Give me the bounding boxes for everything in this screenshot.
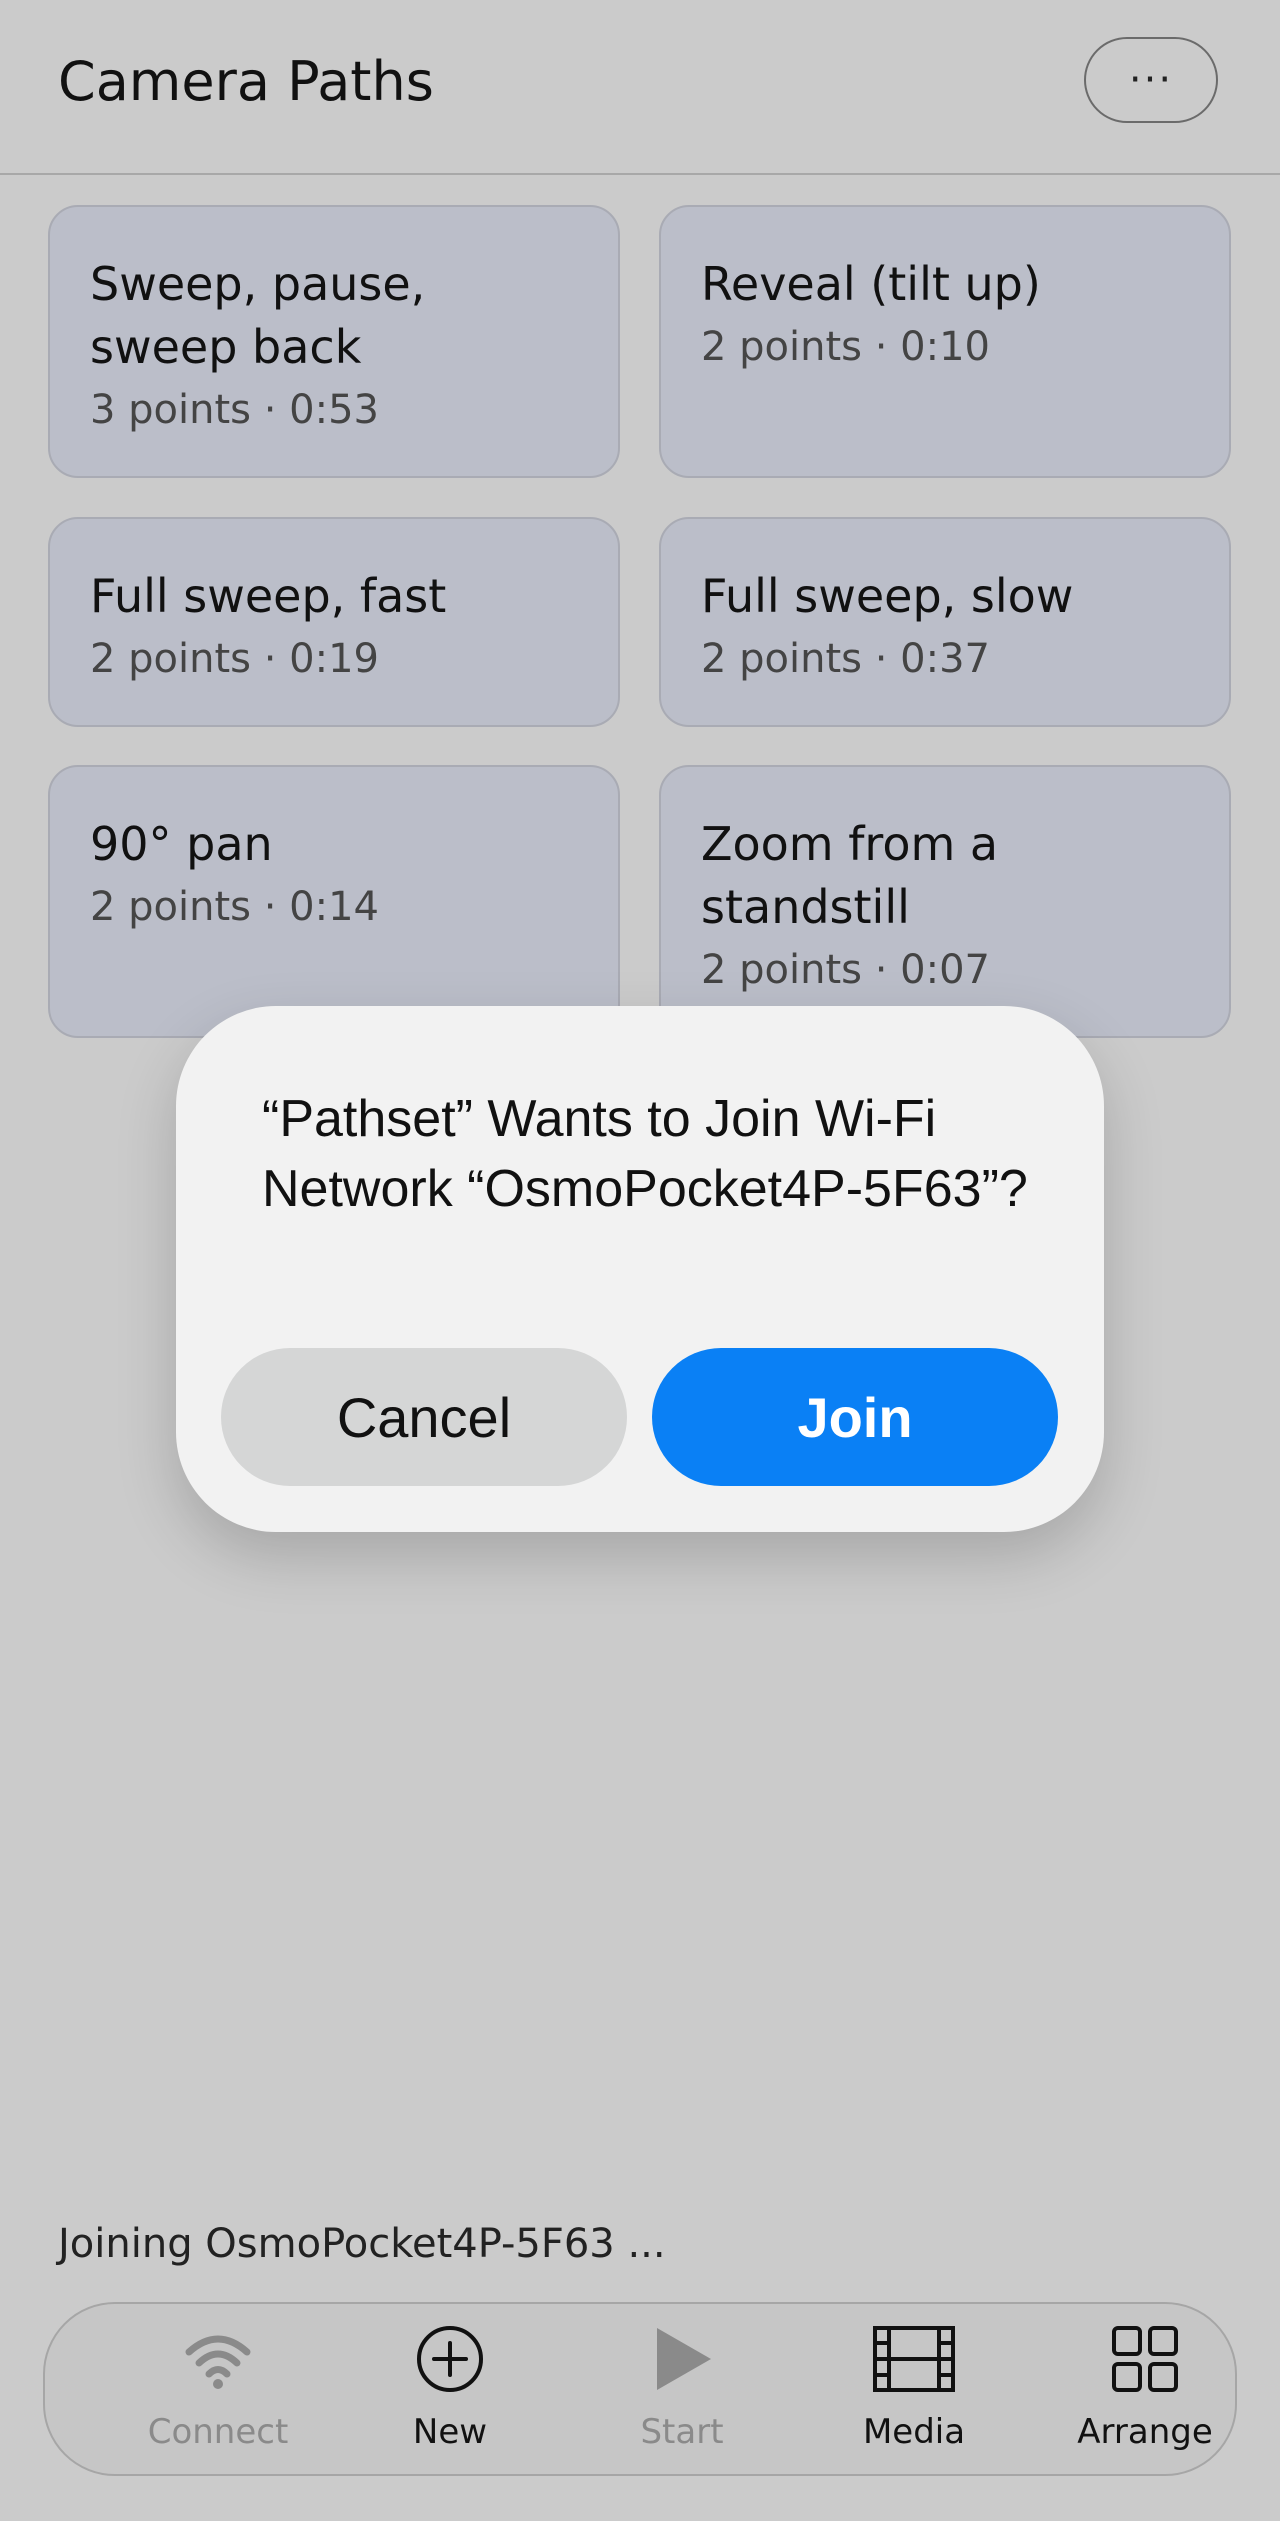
path-card-meta: 2 points · 0:37 <box>701 636 990 682</box>
path-card-title: Full sweep, slow <box>701 569 1074 623</box>
cancel-button[interactable]: Cancel <box>221 1348 627 1486</box>
play-icon <box>657 2328 711 2390</box>
bottom-toolbar: Connect New Start Media Arrange <box>43 2302 1237 2476</box>
plus-circle-icon <box>417 2326 483 2392</box>
page-title: Camera Paths <box>58 50 434 113</box>
path-card[interactable]: Zoom from a standstill 2 points · 0:07 <box>659 765 1231 1038</box>
path-card-title: Sweep, pause, sweep back <box>90 257 426 374</box>
tab-arrange[interactable]: Arrange <box>1045 2304 1245 2474</box>
more-options-button[interactable]: ··· <box>1084 37 1218 123</box>
path-card[interactable]: 90° pan 2 points · 0:14 <box>48 765 620 1038</box>
path-card[interactable]: Sweep, pause, sweep back 3 points · 0:53 <box>48 205 620 478</box>
path-card-meta: 2 points · 0:14 <box>90 884 379 930</box>
tab-connect[interactable]: Connect <box>118 2304 318 2474</box>
path-card-meta: 3 points · 0:53 <box>90 387 379 433</box>
tab-label: New <box>412 2412 488 2452</box>
path-card-meta: 2 points · 0:19 <box>90 636 379 682</box>
status-text: Joining OsmoPocket4P-5F63 ... <box>58 2221 666 2267</box>
path-card[interactable]: Full sweep, slow 2 points · 0:37 <box>659 517 1231 727</box>
film-icon <box>873 2326 955 2392</box>
tab-label: Arrange <box>1077 2412 1213 2452</box>
path-card[interactable]: Reveal (tilt up) 2 points · 0:10 <box>659 205 1231 478</box>
tab-start[interactable]: Start <box>582 2304 782 2474</box>
wifi-join-dialog: “Pathset” Wants to Join Wi-Fi Network “O… <box>176 1006 1104 1532</box>
app-window: Camera Paths ··· Sweep, pause, sweep bac… <box>0 0 1280 2521</box>
tab-label: Connect <box>147 2412 289 2452</box>
tab-media[interactable]: Media <box>814 2304 1014 2474</box>
path-card-meta: 2 points · 0:07 <box>701 947 990 993</box>
dialog-message: “Pathset” Wants to Join Wi-Fi Network “O… <box>262 1090 1028 1218</box>
path-card-title: Reveal (tilt up) <box>701 257 1041 311</box>
header: Camera Paths ··· <box>0 0 1280 175</box>
path-card-title: Full sweep, fast <box>90 569 447 623</box>
wifi-icon <box>185 2335 251 2389</box>
path-card-meta: 2 points · 0:10 <box>701 324 990 370</box>
grid-icon <box>1112 2326 1178 2392</box>
tab-new[interactable]: New <box>350 2304 550 2474</box>
path-card[interactable]: Full sweep, fast 2 points · 0:19 <box>48 517 620 727</box>
tab-label: Start <box>640 2412 724 2452</box>
path-card-title: 90° pan <box>90 817 273 871</box>
path-card-title: Zoom from a standstill <box>701 817 999 934</box>
join-button[interactable]: Join <box>652 1348 1058 1486</box>
tab-label: Media <box>862 2412 966 2452</box>
